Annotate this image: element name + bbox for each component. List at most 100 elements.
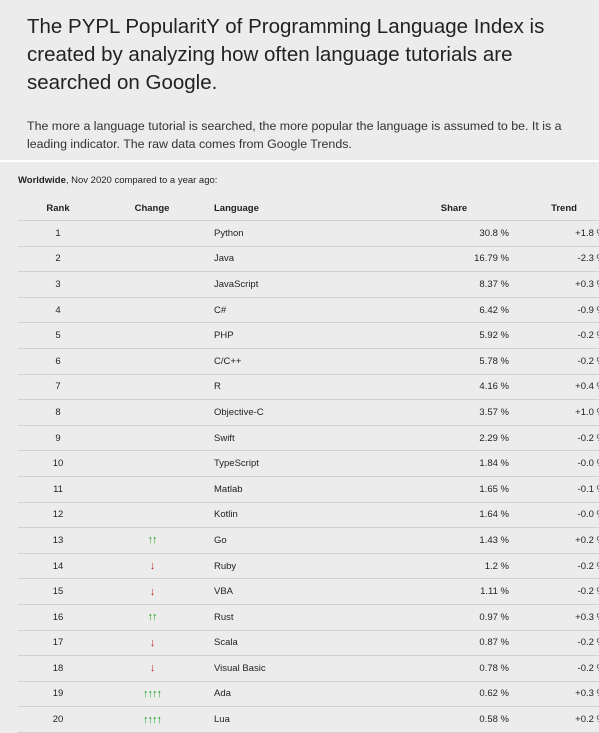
arrow-down-icon: ↓	[149, 560, 155, 573]
share-cell: 1.65 %	[331, 476, 517, 503]
language-cell: C#	[206, 297, 331, 324]
change-cell	[98, 476, 206, 503]
share-cell: 8.37 %	[331, 271, 517, 298]
language-cell: Scala	[206, 630, 331, 657]
caption-region: Worldwide	[18, 175, 66, 186]
language-cell: Objective-C	[206, 399, 331, 426]
language-cell: Lua	[206, 706, 331, 733]
change-cell	[98, 297, 206, 324]
trend-cell: +1.8 %	[517, 220, 599, 247]
table-row: 10 TypeScript1.84 %-0.0 %	[18, 450, 599, 477]
rank-cell: 8	[18, 399, 98, 426]
language-cell: Matlab	[206, 476, 331, 503]
table-row: 6 C/C++5.78 %-0.2 %	[18, 348, 599, 375]
rank-cell: 9	[18, 425, 98, 452]
arrow-down-icon: ↓	[149, 636, 155, 649]
share-cell: 6.42 %	[331, 297, 517, 324]
rank-cell: 3	[18, 271, 98, 298]
trend-cell: +0.3 %	[517, 681, 599, 708]
rank-cell: 11	[18, 476, 98, 503]
language-cell: TypeScript	[206, 450, 331, 477]
change-cell: ↑↑↑↑	[98, 706, 206, 733]
table-row: 2 Java16.79 %-2.3 %	[18, 246, 599, 273]
trend-cell: -0.0 %	[517, 502, 599, 529]
rank-cell: 17	[18, 630, 98, 657]
table-row: 17 ↓ Scala0.87 %-0.2 %	[18, 630, 599, 657]
trend-cell: -0.2 %	[517, 322, 599, 349]
share-cell: 0.87 %	[331, 630, 517, 657]
table-row: 12 Kotlin1.64 %-0.0 %	[18, 502, 599, 529]
table-caption: Worldwide, Nov 2020 compared to a year a…	[18, 175, 217, 186]
trend-cell: -0.2 %	[517, 655, 599, 682]
arrow-up-icon: ↑↑	[147, 534, 158, 547]
share-cell: 0.58 %	[331, 706, 517, 733]
change-cell: ↓	[98, 630, 206, 657]
change-cell	[98, 450, 206, 477]
share-cell: 16.79 %	[331, 246, 517, 273]
share-cell: 1.64 %	[331, 502, 517, 529]
change-cell	[98, 246, 206, 273]
language-cell: Kotlin	[206, 502, 331, 529]
change-cell	[98, 348, 206, 375]
change-cell: ↓	[98, 578, 206, 605]
share-cell: 2.29 %	[331, 425, 517, 452]
table-row: 18 ↓ Visual Basic0.78 %-0.2 %	[18, 655, 599, 682]
table-body: 1 Python30.8 %+1.8 % 2 Java16.79 %-2.3 % 3 Ja…	[18, 220, 599, 733]
trend-cell: -0.2 %	[517, 630, 599, 657]
language-cell: Ada	[206, 681, 331, 708]
rank-cell: 4	[18, 297, 98, 324]
header-rank: Rank	[18, 196, 98, 221]
share-cell: 1.2 %	[331, 553, 517, 580]
table-row: 9 Swift2.29 %-0.2 %	[18, 425, 599, 452]
table-row: 1 Python30.8 %+1.8 %	[18, 220, 599, 247]
rank-cell: 6	[18, 348, 98, 375]
trend-cell: -2.3 %	[517, 246, 599, 273]
rank-cell: 19	[18, 681, 98, 708]
share-cell: 0.97 %	[331, 604, 517, 631]
trend-cell: -0.1 %	[517, 476, 599, 503]
language-cell: VBA	[206, 578, 331, 605]
change-cell	[98, 399, 206, 426]
share-cell: 3.57 %	[331, 399, 517, 426]
table-row: 7 R4.16 %+0.4 %	[18, 374, 599, 401]
table-row: 15 ↓ VBA1.11 %-0.2 %	[18, 578, 599, 605]
rank-cell: 20	[18, 706, 98, 733]
table-row: 20 ↑↑↑↑ Lua0.58 %+0.2 %	[18, 706, 599, 733]
table-row: 5 PHP5.92 %-0.2 %	[18, 322, 599, 349]
change-cell: ↓	[98, 553, 206, 580]
language-cell: Swift	[206, 425, 331, 452]
trend-cell: -0.0 %	[517, 450, 599, 477]
trend-cell: -0.2 %	[517, 553, 599, 580]
language-cell: C/C++	[206, 348, 331, 375]
table-row: 11 Matlab1.65 %-0.1 %	[18, 476, 599, 503]
intro-description: The more a language tutorial is searched…	[27, 119, 562, 151]
caption-period: , Nov 2020 compared to a year ago:	[65, 175, 218, 186]
intro-section: The PYPL PopularitY of Programming Langu…	[0, 0, 599, 158]
rank-cell: 1	[18, 220, 98, 247]
language-cell: Go	[206, 527, 331, 554]
language-cell: Python	[206, 220, 331, 247]
share-cell: 0.62 %	[331, 681, 517, 708]
rank-cell: 7	[18, 374, 98, 401]
change-cell	[98, 322, 206, 349]
change-cell	[98, 271, 206, 298]
trend-cell: +0.3 %	[517, 604, 599, 631]
rank-cell: 18	[18, 655, 98, 682]
rank-cell: 16	[18, 604, 98, 631]
ranking-table: Rank Change Language Share Trend 1 Python…	[18, 196, 599, 733]
header-change: Change	[98, 196, 206, 221]
change-cell: ↑↑	[98, 604, 206, 631]
rank-cell: 14	[18, 553, 98, 580]
section-divider	[0, 160, 599, 162]
trend-cell: -0.2 %	[517, 578, 599, 605]
trend-cell: +1.0 %	[517, 399, 599, 426]
share-cell: 5.78 %	[331, 348, 517, 375]
share-cell: 1.43 %	[331, 527, 517, 554]
table-row: 19 ↑↑↑↑ Ada0.62 %+0.3 %	[18, 681, 599, 708]
page-headline: The PYPL PopularitY of Programming Langu…	[27, 15, 545, 94]
header-trend: Trend	[517, 196, 599, 221]
language-cell: JavaScript	[206, 271, 331, 298]
table-row: 8 Objective-C3.57 %+1.0 %	[18, 399, 599, 426]
rank-cell: 5	[18, 322, 98, 349]
change-cell: ↑↑↑↑	[98, 681, 206, 708]
